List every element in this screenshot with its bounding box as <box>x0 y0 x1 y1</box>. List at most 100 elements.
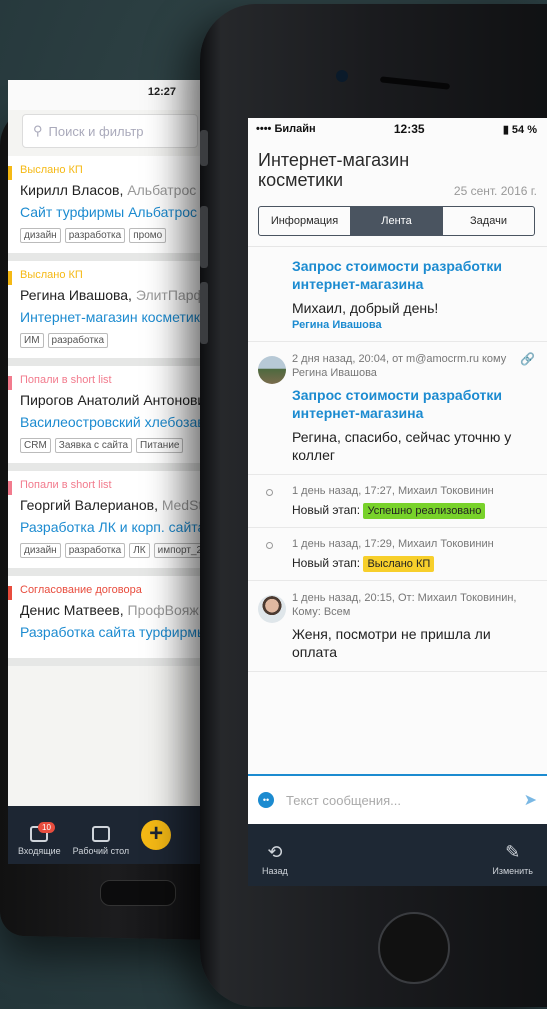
android-tabbar: 10 Входящие Рабочий стол + <box>8 806 204 864</box>
tag-list: дизайн разработка промо <box>20 228 204 243</box>
volume-down-button <box>200 282 208 344</box>
android-home-button[interactable] <box>100 880 176 906</box>
deal-list: Выслано КП Кирилл Власов, Альбатрос Сайт т… <box>8 156 204 666</box>
deal-contact: Кирилл Власов, Альбатрос <box>20 182 204 198</box>
feed-message[interactable]: 🔗 2 дня назад, 20:04, от m@amocrm.ru ком… <box>248 342 547 475</box>
status-badge: Выслано КП <box>363 556 435 572</box>
contact-name: Кирилл Власов, <box>20 182 124 198</box>
deal-card[interactable]: Согласование договора Денис Матвеев, Проф… <box>8 576 204 666</box>
deal-status: Попали в short list <box>20 479 112 491</box>
company-name: MedStand <box>161 497 204 513</box>
deal-card[interactable]: Попали в short list Пирогов Анатолий Анто… <box>8 366 204 471</box>
tag[interactable]: промо <box>129 228 167 243</box>
search-icon: ⚲ <box>33 123 43 138</box>
lead-header: Интернет-магазин косметики 25 сент. 2016… <box>248 140 547 198</box>
page-title: Интернет-магазин косметики <box>258 150 410 190</box>
tag[interactable]: ИМ <box>20 333 44 348</box>
contact-name: Денис Матвеев, <box>20 602 124 618</box>
deal-card[interactable]: Выслано КП Регина Ивашова, ЭлитПарфюм Инте… <box>8 261 204 366</box>
deal-status: Выслано КП <box>20 269 83 281</box>
tag[interactable]: разработка <box>64 228 126 243</box>
tab-inbox-label: Входящие <box>18 846 61 856</box>
event-stage: Новый этап: Успешно реализовано <box>292 503 535 519</box>
status-time: 12:35 <box>393 122 425 136</box>
tag[interactable]: Питание <box>136 438 184 453</box>
event-stage: Новый этап: Выслано КП <box>292 556 535 572</box>
ios-status-bar: •••• Билайн 12:35 ▮ 54 % <box>248 118 547 140</box>
status-stripe <box>8 586 12 600</box>
tag[interactable]: импорт_2 <box>153 543 204 558</box>
tag[interactable]: разработка <box>47 333 109 348</box>
deal-title[interactable]: Разработка ЛК и корп. сайта для <box>20 519 204 535</box>
iphone-home-button[interactable] <box>378 912 450 984</box>
desktop-icon <box>91 826 110 842</box>
avatar <box>258 356 286 384</box>
company-name: ПрофВояж <box>127 602 199 618</box>
add-button[interactable]: + <box>141 820 172 850</box>
message-body: Женя, посмотри не пришла ли оплата <box>292 626 491 660</box>
event-meta: 1 день назад, 17:29, Михаил Токовинин <box>292 538 494 550</box>
stage-label: Новый этап: <box>292 503 361 517</box>
stage-label: Новый этап: <box>292 556 361 570</box>
feed-message[interactable]: Запрос стоимости разработки интернет-маг… <box>248 247 547 342</box>
search-input[interactable]: ⚲ Поиск и фильтр <box>22 114 198 148</box>
deal-card[interactable]: Попали в short list Георгий Валерианов, M… <box>8 471 204 576</box>
back-button[interactable]: ⟲ Назад <box>262 842 288 876</box>
volume-up-button <box>200 206 208 268</box>
tag-list: ИМ разработка <box>20 333 204 348</box>
inbox-badge: 10 <box>38 822 55 833</box>
deal-title[interactable]: Василеостровский хлебозавод <box>20 414 204 430</box>
tab-desktop[interactable]: Рабочий стол <box>73 826 129 856</box>
tab-tasks[interactable]: Задачи <box>443 207 534 235</box>
message-subject: Запрос стоимости разработки интернет-маг… <box>292 387 503 421</box>
chat-icon[interactable]: •• <box>258 792 274 808</box>
back-icon: ⟲ <box>267 842 283 862</box>
stage-change-event: 1 день назад, 17:29, Михаил Токовинин Но… <box>248 528 547 581</box>
tag[interactable]: разработка <box>64 543 126 558</box>
tag-list: дизайн разработка ЛК импорт_2 <box>20 543 204 558</box>
message-subject: Запрос стоимости разработки интернет-маг… <box>292 258 503 292</box>
deal-title[interactable]: Сайт турфирмы Альбатрос <box>20 204 204 220</box>
message-body: Михаил, добрый день! <box>292 300 439 316</box>
deal-title[interactable]: Интернет-магазин косметики <box>20 309 204 325</box>
message-composer: •• Текст сообщения... ➤ <box>248 774 547 824</box>
contact-name: Регина Ивашова, <box>20 287 132 303</box>
iphone-screen: •••• Билайн 12:35 ▮ 54 % Интернет-магази… <box>248 118 547 886</box>
feed-message[interactable]: 1 день назад, 20:15, От: Михаил Токовини… <box>248 581 547 672</box>
deal-contact: Регина Ивашова, ЭлитПарфюм <box>20 287 204 303</box>
status-stripe <box>8 481 12 495</box>
message-meta: 2 дня назад, 20:04, от m@amocrm.ru кому … <box>292 353 507 379</box>
tab-feed[interactable]: Лента <box>351 207 443 235</box>
deal-card[interactable]: Выслано КП Кирилл Власов, Альбатрос Сайт т… <box>8 156 204 261</box>
battery-label: ▮ 54 % <box>502 123 537 136</box>
front-camera <box>336 70 348 82</box>
edit-label: Изменить <box>492 866 533 876</box>
stage-change-event: 1 день назад, 17:27, Михаил Токовинин Но… <box>248 475 547 528</box>
tab-inbox[interactable]: 10 Входящие <box>18 822 61 856</box>
ios-tabbar: ⟲ Назад ✎ Изменить <box>248 824 547 886</box>
tag[interactable]: дизайн <box>20 543 61 558</box>
send-icon[interactable]: ➤ <box>524 790 537 810</box>
tag[interactable]: дизайн <box>20 228 61 243</box>
tab-info[interactable]: Информация <box>259 207 351 235</box>
mute-switch <box>200 130 208 166</box>
message-input[interactable]: Текст сообщения... <box>286 793 512 808</box>
edit-icon: ✎ <box>505 842 521 862</box>
tag-list: CRM Заявка с сайта Питание <box>20 438 204 453</box>
deal-contact: Денис Матвеев, ПрофВояж <box>20 602 204 618</box>
edit-button[interactable]: ✎ Изменить <box>492 842 533 876</box>
status-stripe <box>8 271 12 285</box>
tag[interactable]: ЛК <box>129 543 150 558</box>
lead-date: 25 сент. 2016 г. <box>453 184 537 198</box>
android-status-time: 12:27 <box>147 86 176 98</box>
deal-title[interactable]: Разработка сайта турфирмы <box>20 624 204 640</box>
segmented-tabs: Информация Лента Задачи <box>258 206 535 236</box>
status-stripe <box>8 166 12 180</box>
contact-name: Георгий Валерианов, <box>20 497 158 513</box>
link-icon: 🔗 <box>520 352 535 366</box>
message-body: Регина, спасибо, сейчас уточню у коллег <box>292 429 512 463</box>
message-author: Регина Ивашова <box>292 319 382 331</box>
tag[interactable]: CRM <box>20 438 51 453</box>
deal-contact: Пирогов Анатолий Антонович, Василеостров… <box>20 392 204 408</box>
tag[interactable]: Заявка с сайта <box>54 438 132 453</box>
